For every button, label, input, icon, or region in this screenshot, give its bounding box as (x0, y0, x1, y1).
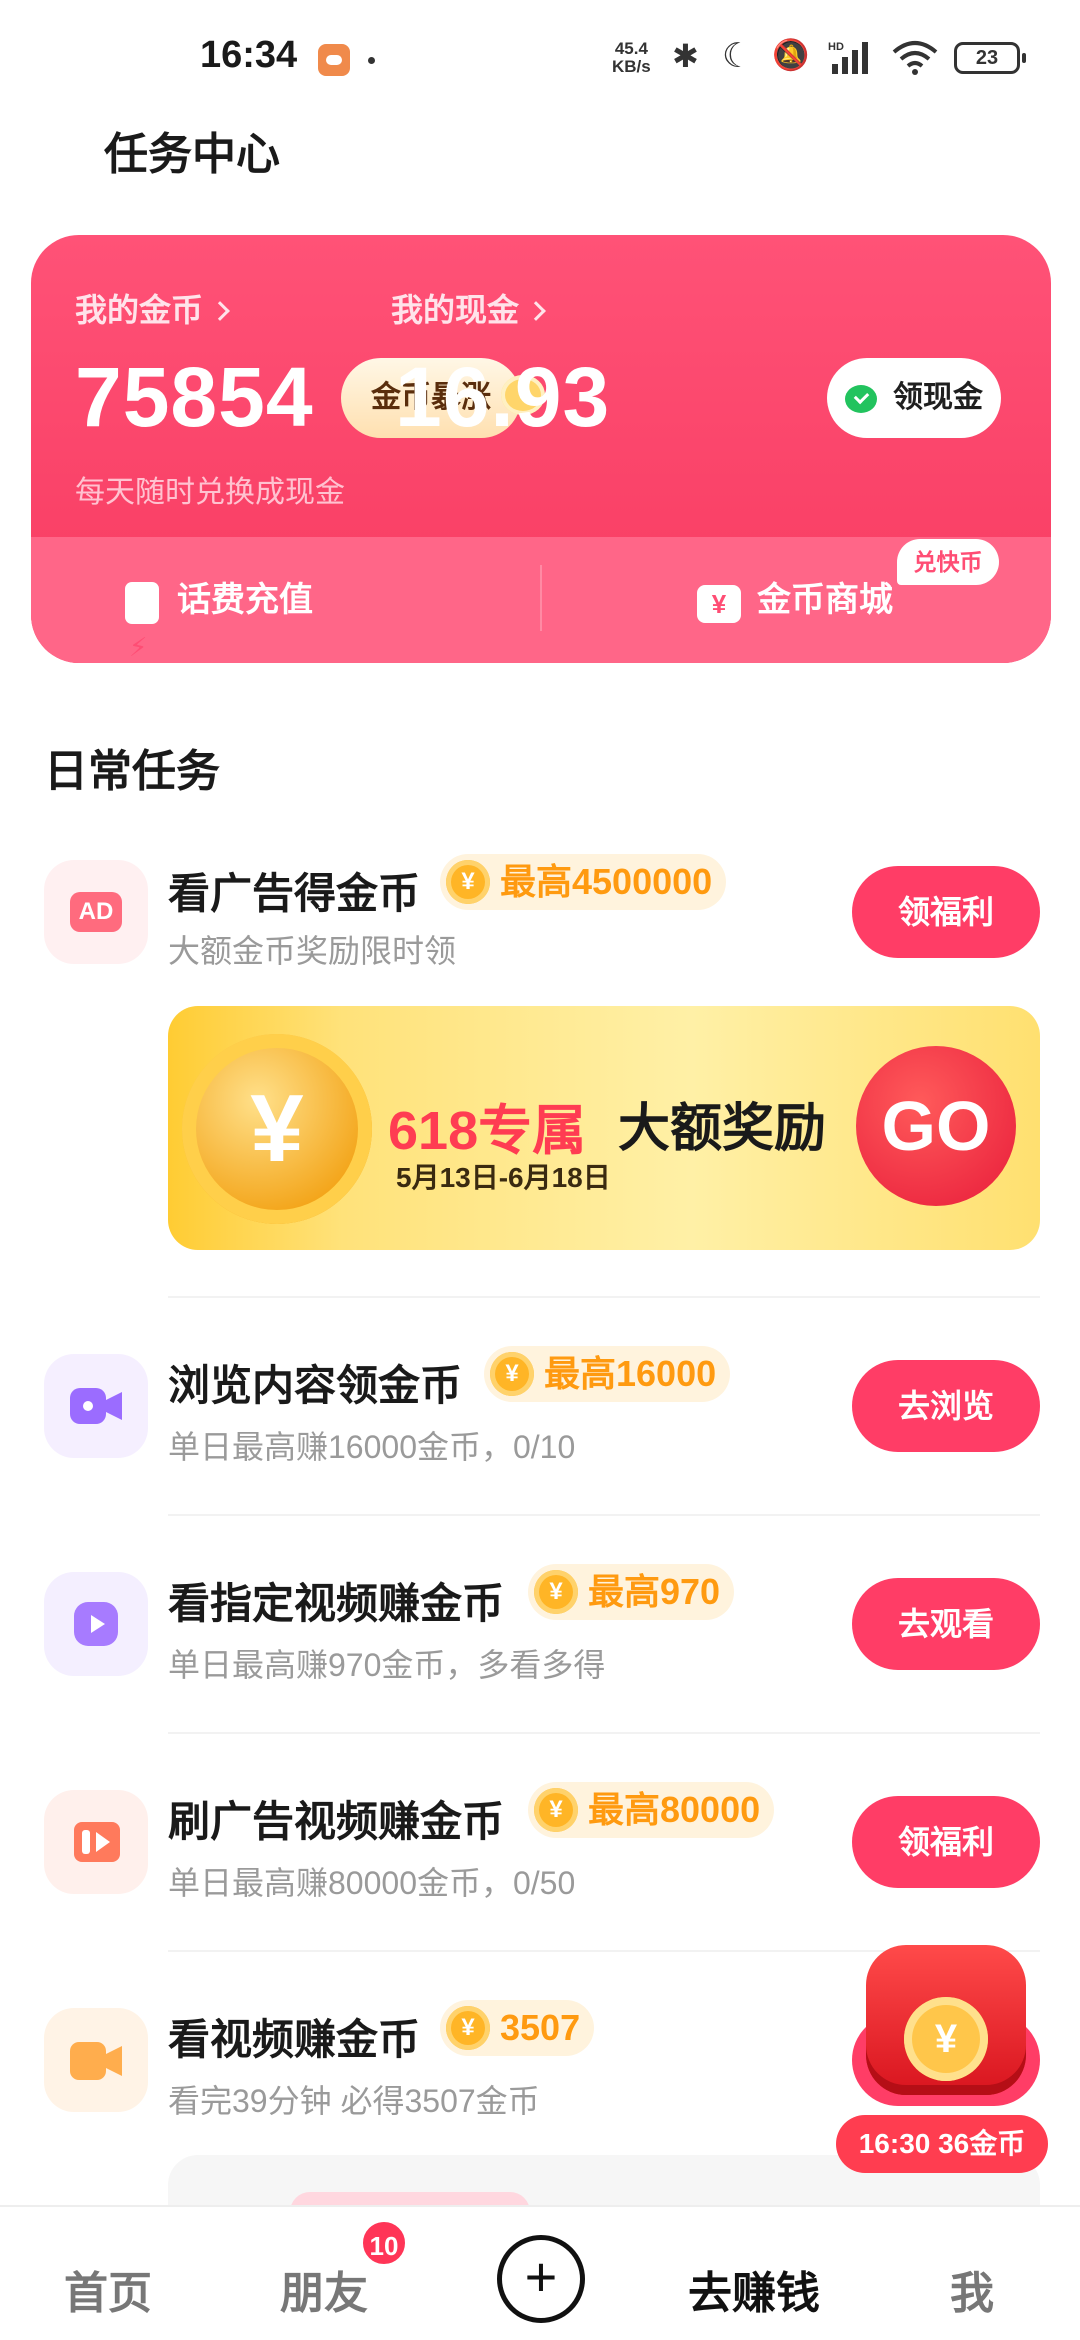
video-icon (44, 2008, 148, 2112)
video-camera-icon (44, 1354, 148, 1458)
task-subtitle: 单日最高赚80000金币，0/50 (168, 1865, 576, 1901)
phone-recharge-button[interactable]: 话费充值 (125, 537, 445, 663)
hd-signal-icon: HD (828, 38, 882, 76)
reward-amount: 最高4500000 (500, 861, 713, 902)
ad-video-icon (44, 1790, 148, 1894)
watch-button[interactable]: 去观看 (852, 1578, 1040, 1670)
chevron-right-icon (210, 301, 230, 321)
reward-timer: 16:30 36金币 (836, 2115, 1048, 2173)
promo-banner[interactable]: ¥ 618专属 大额奖励 5月13日-6月18日 GO (168, 1006, 1040, 1250)
exchange-hint: 每天随时兑换成现金 (75, 476, 345, 509)
my-cash-link[interactable]: 我的现金 (391, 285, 546, 331)
bluetooth-icon: ✱ (672, 38, 699, 74)
coin-mall-label: 金币商城 (757, 581, 893, 619)
banner-date: 5月13日-6月18日 (396, 1162, 611, 1193)
moon-icon: ☾ (722, 37, 753, 75)
phone-recharge-label: 话费充值 (177, 581, 313, 619)
yuan-coin-icon: ¥ (182, 1034, 372, 1224)
nav-me[interactable]: 我 (950, 2257, 994, 2321)
coin-icon: ¥ (534, 1570, 578, 1614)
coin-icon: ¥ (534, 1788, 578, 1832)
battery-icon: 23 (954, 42, 1026, 74)
divider (168, 1514, 1040, 1516)
notification-dot-icon (368, 57, 375, 64)
go-button[interactable]: GO (856, 1046, 1016, 1206)
ad-icon: AD (44, 860, 148, 964)
status-time: 16:34 (200, 34, 298, 76)
coupon-icon: ¥ (697, 585, 741, 623)
net-speed: 45.4 KB/s (612, 40, 651, 76)
task-title: 看指定视频赚金币 (168, 1580, 505, 1627)
wifi-icon (890, 38, 940, 76)
net-speed-value: 45.4 (614, 39, 648, 58)
claim-benefit-button[interactable]: 领福利 (852, 866, 1040, 958)
task-subtitle: 大额金币奖励限时领 (168, 933, 457, 969)
wallet-card: 我的金币 75854 金币暴涨 我的现金 16.93 领现金 每天随时兑换成现金… (31, 235, 1051, 663)
task-title: 刷广告视频赚金币 (168, 1798, 505, 1845)
browse-button[interactable]: 去浏览 (852, 1360, 1040, 1452)
daily-tasks-title: 日常任务 (44, 747, 220, 796)
reward-amount: 3507 (500, 2007, 581, 2048)
claim-benefit-button[interactable]: 领福利 (852, 1796, 1040, 1888)
lightning-icon (125, 582, 159, 663)
coins-balance: 75854 (75, 350, 314, 444)
task-subtitle: 看完39分钟 必得3507金币 (168, 2083, 540, 2119)
ad-icon-label: AD (70, 892, 122, 932)
divider (168, 1296, 1040, 1298)
app-notification-icon (318, 44, 350, 76)
svg-text:HD: HD (828, 41, 844, 53)
reward-badge: ¥ 最高16000 (484, 1346, 731, 1402)
page-title: 任务中心 (104, 130, 280, 179)
redeem-badge: 兑快币 (897, 539, 999, 585)
cash-balance: 16.93 (395, 350, 611, 444)
status-bar: 16:34 45.4 KB/s ✱ ☾ 🔕 HD 23 (0, 0, 1080, 110)
coin-icon: ¥ (490, 1352, 534, 1396)
banner-title: 大额奖励 (618, 1100, 827, 1158)
nav-friends[interactable]: 朋友 (280, 2257, 368, 2321)
task-subtitle: 单日最高赚16000金币，0/10 (168, 1429, 576, 1465)
my-cash-label: 我的现金 (391, 292, 520, 328)
my-coins-link[interactable]: 我的金币 (75, 285, 230, 331)
my-coins-label: 我的金币 (75, 292, 204, 328)
chevron-right-icon (526, 301, 546, 321)
banner-title-red: 618专属 (388, 1101, 587, 1161)
reward-amount: 最高80000 (588, 1789, 761, 1830)
nav-home[interactable]: 首页 (64, 2257, 152, 2321)
floating-reward-widget[interactable]: ¥ 16:30 36金币 (836, 1945, 1050, 2175)
divider (540, 565, 542, 631)
reward-amount: 最高970 (588, 1571, 721, 1612)
reward-badge: ¥ 最高80000 (528, 1782, 775, 1838)
net-speed-unit: KB/s (612, 57, 651, 76)
friends-badge: 10 (360, 2219, 408, 2267)
mute-icon: 🔕 (772, 39, 810, 72)
create-button[interactable]: + (497, 2235, 585, 2323)
task-title: 看视频赚金币 (168, 2016, 421, 2063)
wechat-icon (845, 385, 877, 413)
divider (168, 1732, 1040, 1734)
play-icon (44, 1572, 148, 1676)
reward-badge: ¥3507 (440, 2000, 595, 2056)
reward-amount: 最高16000 (544, 1353, 717, 1394)
reward-badge: ¥ 最高970 (528, 1564, 735, 1620)
task-title: 看广告得金币 (168, 870, 421, 917)
coin-icon: ¥ (446, 2006, 490, 2050)
nav-earn[interactable]: 去赚钱 (688, 2257, 820, 2321)
task-title: 浏览内容领金币 (168, 1362, 463, 1409)
bottom-nav: 首页 朋友 10 + 去赚钱 我 (0, 2205, 1080, 2340)
reward-badge: ¥ 最高4500000 (440, 854, 727, 910)
task-subtitle: 单日最高赚970金币，多看多得 (168, 1647, 606, 1683)
coin-icon: ¥ (904, 1997, 988, 2081)
coin-icon: ¥ (446, 860, 490, 904)
